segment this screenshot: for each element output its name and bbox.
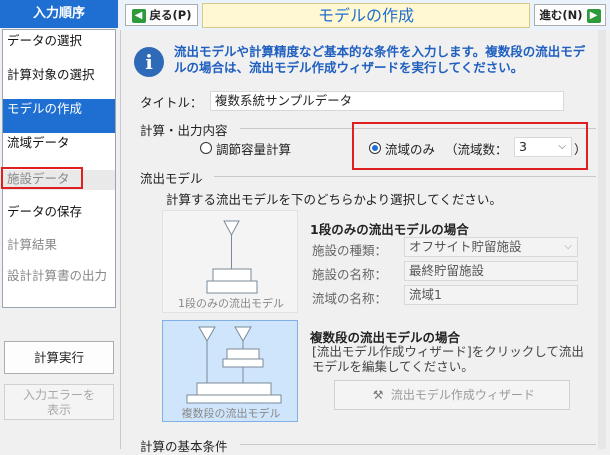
- wizard-icon: ⚒: [372, 388, 384, 402]
- sidebar-item-save-data[interactable]: データの保存: [3, 204, 115, 219]
- page-title: モデルの作成: [202, 3, 530, 28]
- radio-adjust-capacity[interactable]: [200, 142, 212, 154]
- sidebar-header: 入力順序: [0, 0, 118, 28]
- show-input-errors-button[interactable]: 入力エラーを表示: [4, 384, 114, 420]
- sidebar-item-results[interactable]: 計算結果: [3, 237, 115, 252]
- basin-name-input[interactable]: 流域1: [404, 285, 578, 305]
- basin-name-label: 流域の名称：: [312, 291, 388, 306]
- title-label: タイトル：: [140, 95, 203, 110]
- highlight-frame-facility: [1, 167, 83, 189]
- single-stage-heading: 1段のみの流出モデルの場合: [310, 222, 469, 237]
- info-icon: i: [134, 47, 164, 77]
- facility-type-label: 施設の種類：: [312, 243, 388, 258]
- info-message: 流出モデルや計算精度など基本的な条件を入力します。複数段の流出モデルの場合は、流…: [174, 44, 586, 75]
- runoff-model-section-label: 流出モデル: [140, 171, 203, 186]
- multi-stage-model-diagram-icon: [186, 326, 282, 404]
- arrow-left-icon: ◀: [131, 8, 146, 23]
- radio-adjust-capacity-label: 調節容量計算: [216, 142, 292, 157]
- calc-output-section-label: 計算・出力内容: [140, 123, 228, 138]
- multi-stage-description: [流出モデル作成ウィザード]をクリックして流出モデルを編集してください。: [312, 344, 584, 374]
- back-label: 戻る(P): [149, 8, 192, 22]
- title-input[interactable]: 複数系統サンプルデータ: [210, 91, 564, 111]
- sidebar-item-report-output[interactable]: 設計計算書の出力: [3, 269, 115, 283]
- facility-name-input[interactable]: 最終貯留施設: [404, 261, 578, 281]
- sidebar-item-model-create[interactable]: モデルの作成: [3, 99, 115, 133]
- single-stage-caption: 1段のみの流出モデル: [178, 297, 284, 310]
- sidebar-item-data-select[interactable]: データの選択: [3, 33, 115, 48]
- single-stage-model-diagram-icon: [206, 220, 258, 294]
- sidebar-item-basin-data[interactable]: 流域データ: [3, 135, 115, 150]
- chevron-down-icon: ⌵: [564, 241, 572, 252]
- single-stage-model-option[interactable]: 1段のみの流出モデル: [162, 210, 298, 313]
- multi-stage-caption: 複数段の流出モデル: [181, 407, 281, 420]
- next-label: 進む(N): [539, 8, 583, 22]
- sidebar-item-target-select[interactable]: 計算対象の選択: [3, 67, 115, 82]
- section-divider: [240, 444, 596, 445]
- facility-name-label: 施設の名称：: [312, 267, 388, 282]
- model-wizard-label: 流出モデル作成ウィザード: [390, 388, 535, 402]
- highlight-frame-basin: [352, 122, 588, 170]
- back-button[interactable]: ◀ 戻る(P): [125, 4, 198, 26]
- multi-stage-model-option[interactable]: 複数段の流出モデル: [162, 320, 298, 422]
- model-wizard-button[interactable]: ⚒ 流出モデル作成ウィザード: [334, 380, 570, 410]
- next-button[interactable]: 進む(N) ▶: [534, 4, 606, 26]
- run-calc-button[interactable]: 計算実行: [4, 341, 114, 374]
- section-divider: [214, 176, 596, 177]
- facility-type-select[interactable]: オフサイト貯留施設 ⌵: [404, 237, 578, 257]
- vertical-scrollbar[interactable]: [598, 30, 606, 449]
- model-hint-text: 計算する流出モデルを下のどちらかより選択してください。: [166, 192, 502, 207]
- facility-type-value: オフサイト貯留施設: [409, 239, 522, 254]
- basic-conditions-section-label: 計算の基本条件: [140, 439, 228, 454]
- arrow-right-icon: ▶: [586, 8, 601, 23]
